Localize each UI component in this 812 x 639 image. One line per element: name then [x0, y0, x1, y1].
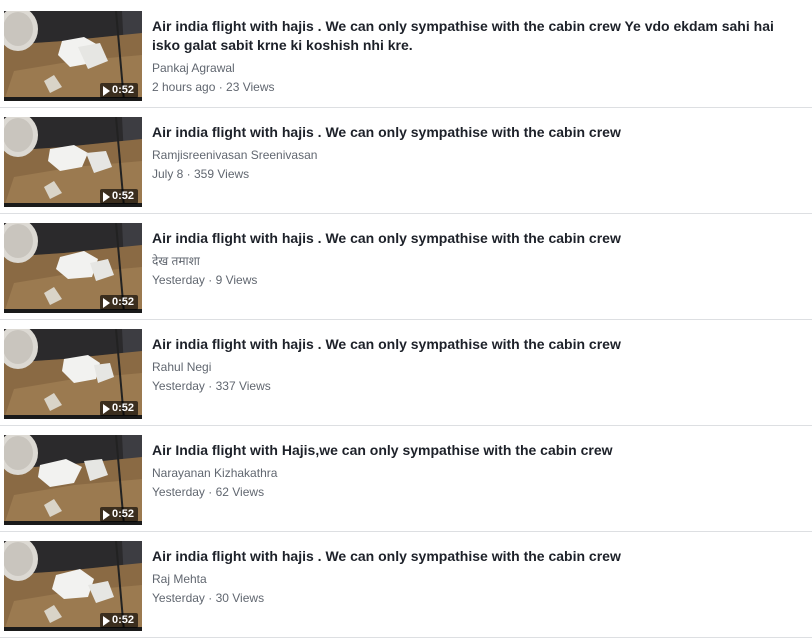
video-thumbnail[interactable]: 0:52: [4, 223, 142, 313]
video-duration-badge: 0:52: [99, 83, 138, 98]
video-author[interactable]: देख तमाशा: [152, 253, 802, 269]
duration-text: 0:52: [111, 84, 134, 96]
video-author[interactable]: Pankaj Agrawal: [152, 60, 802, 76]
duration-text: 0:52: [111, 402, 134, 414]
video-title[interactable]: Air india flight with hajis . We can onl…: [152, 17, 802, 55]
video-title[interactable]: Air india flight with hajis . We can onl…: [152, 123, 802, 142]
duration-text: 0:52: [111, 508, 134, 520]
video-info: Air India flight with Hajis,we can only …: [152, 441, 802, 500]
video-meta: July 8 · 359 Views: [152, 167, 250, 181]
video-author[interactable]: Raj Mehta: [152, 571, 802, 587]
video-duration-badge: 0:52: [99, 613, 138, 628]
video-duration-badge: 0:52: [99, 401, 138, 416]
divider: [0, 637, 812, 638]
video-title[interactable]: Air India flight with Hajis,we can only …: [152, 441, 802, 460]
video-title[interactable]: Air india flight with hajis . We can onl…: [152, 229, 802, 248]
video-author[interactable]: Ramjisreenivasan Sreenivasan: [152, 147, 802, 163]
video-meta: Yesterday · 62 Views: [152, 485, 265, 499]
video-thumbnail[interactable]: 0:52: [4, 11, 142, 101]
video-duration-badge: 0:52: [99, 295, 138, 310]
video-thumbnail[interactable]: 0:52: [4, 117, 142, 207]
video-result-item[interactable]: 0:52 Air india flight with hajis . We ca…: [0, 532, 812, 638]
play-icon: [102, 297, 110, 308]
duration-text: 0:52: [111, 190, 134, 202]
video-meta: 2 hours ago · 23 Views: [152, 80, 275, 94]
video-author[interactable]: Narayanan Kizhakathra: [152, 465, 802, 481]
video-author[interactable]: Rahul Negi: [152, 359, 802, 375]
video-meta: Yesterday · 9 Views: [152, 273, 258, 287]
video-thumbnail[interactable]: 0:52: [4, 329, 142, 419]
video-info: Air india flight with hajis . We can onl…: [152, 229, 802, 288]
video-info: Air india flight with hajis . We can onl…: [152, 335, 802, 394]
video-meta: Yesterday · 337 Views: [152, 379, 271, 393]
video-result-item[interactable]: 0:52 Air india flight with hajis . We ca…: [0, 320, 812, 426]
video-title[interactable]: Air india flight with hajis . We can onl…: [152, 335, 802, 354]
video-info: Air india flight with hajis . We can onl…: [152, 547, 802, 606]
video-meta: Yesterday · 30 Views: [152, 591, 265, 605]
video-result-item[interactable]: 0:52 Air India flight with Hajis,we can …: [0, 426, 812, 532]
video-result-item[interactable]: 0:52 Air india flight with hajis . We ca…: [0, 108, 812, 214]
video-info: Air india flight with hajis . We can onl…: [152, 123, 802, 182]
video-thumbnail[interactable]: 0:52: [4, 541, 142, 631]
video-duration-badge: 0:52: [99, 189, 138, 204]
play-icon: [102, 615, 110, 626]
video-thumbnail[interactable]: 0:52: [4, 435, 142, 525]
video-info: Air india flight with hajis . We can onl…: [152, 17, 802, 95]
duration-text: 0:52: [111, 614, 134, 626]
video-title[interactable]: Air india flight with hajis . We can onl…: [152, 547, 802, 566]
duration-text: 0:52: [111, 296, 134, 308]
play-icon: [102, 509, 110, 520]
play-icon: [102, 403, 110, 414]
video-result-item[interactable]: 0:52 Air india flight with hajis . We ca…: [0, 214, 812, 320]
play-icon: [102, 85, 110, 96]
video-result-item[interactable]: 0:52 Air india flight with hajis . We ca…: [0, 2, 812, 108]
play-icon: [102, 191, 110, 202]
video-duration-badge: 0:52: [99, 507, 138, 522]
